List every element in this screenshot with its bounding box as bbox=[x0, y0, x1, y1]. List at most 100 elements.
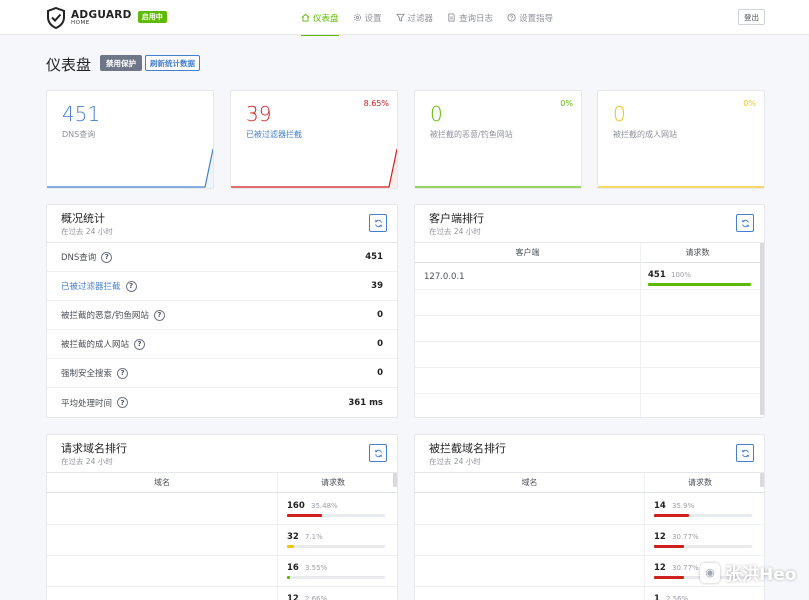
nav-filters-label: 过滤器 bbox=[407, 13, 434, 24]
nav-setup-guide-label: 设置指导 bbox=[519, 13, 554, 24]
request-percent: 2.56% bbox=[666, 595, 689, 600]
sparkline bbox=[415, 186, 581, 188]
refresh-icon bbox=[741, 219, 749, 227]
camera-icon: ◉ bbox=[700, 562, 720, 583]
panel-subtitle: 在过去 24 小时 bbox=[61, 457, 113, 466]
table-row bbox=[415, 316, 764, 342]
progress-fill bbox=[287, 514, 322, 517]
row-value: 0 bbox=[377, 310, 383, 320]
client-address: 127.0.0.1 bbox=[424, 272, 465, 282]
stat-percent: 8.65% bbox=[363, 99, 389, 108]
help-icon[interactable]: ? bbox=[153, 309, 165, 321]
progress-fill bbox=[287, 576, 291, 579]
progress-fill bbox=[654, 514, 690, 517]
shield-check-icon bbox=[47, 7, 65, 29]
progress-bar bbox=[654, 514, 752, 517]
table-row: 160 35.48% bbox=[47, 494, 397, 525]
request-count: 451 bbox=[648, 270, 666, 280]
help-circle-icon bbox=[507, 13, 516, 22]
panel-title: 请求域名排行 bbox=[61, 442, 127, 455]
table-row bbox=[415, 290, 764, 316]
nav-setup-guide[interactable]: 设置指导 bbox=[507, 0, 553, 35]
nav-dashboard[interactable]: 仪表盘 bbox=[301, 0, 339, 36]
scrollbar[interactable] bbox=[393, 473, 397, 487]
help-icon[interactable]: ? bbox=[134, 338, 146, 350]
request-percent: 7.1% bbox=[305, 533, 323, 541]
stat-card-blocked-filters: 39 已被过滤器拦截 8.65% bbox=[230, 90, 398, 189]
disable-protection-button[interactable]: 禁用保护 bbox=[100, 55, 142, 71]
help-icon[interactable]: ? bbox=[117, 367, 129, 379]
column-header-requests[interactable]: 请求数 bbox=[277, 473, 389, 492]
refresh-button[interactable] bbox=[736, 214, 754, 232]
table-row: 12 2.66% bbox=[47, 587, 397, 600]
refresh-button[interactable] bbox=[736, 444, 754, 462]
table-row bbox=[415, 342, 764, 368]
column-header-domain[interactable]: 域名 bbox=[415, 473, 644, 492]
row-label[interactable]: 已被过滤器拦截 bbox=[61, 280, 121, 292]
request-count: 160 bbox=[287, 501, 305, 511]
stat-value: 0 bbox=[613, 102, 626, 126]
column-header-client[interactable]: 客户端 bbox=[415, 243, 640, 262]
sparkline bbox=[47, 148, 213, 188]
stat-label: 已被过滤器拦截 bbox=[246, 130, 302, 139]
column-header-requests[interactable]: 请求数 bbox=[640, 243, 755, 262]
stat-percent: 0% bbox=[560, 99, 573, 108]
overview-stats-panel: 概况统计 在过去 24 小时 DNS查询? 451 已被过滤器拦截? 39 被拦… bbox=[46, 204, 398, 418]
nav-filters[interactable]: 过滤器 bbox=[395, 0, 434, 35]
overview-row-adult-sites: 被拦截的成人网站? 0 bbox=[47, 330, 397, 359]
progress-bar bbox=[287, 576, 385, 579]
refresh-icon bbox=[374, 219, 382, 227]
table-row: 12 30.77% bbox=[415, 525, 764, 556]
nav-settings[interactable]: 设置 bbox=[353, 0, 382, 35]
progress-bar bbox=[654, 545, 752, 548]
request-count: 12 bbox=[287, 594, 299, 600]
progress-bar bbox=[287, 514, 385, 517]
scrollbar[interactable] bbox=[760, 243, 764, 415]
logout-button[interactable]: 登出 bbox=[738, 9, 765, 25]
filter-icon bbox=[395, 13, 405, 22]
refresh-button[interactable] bbox=[369, 214, 387, 232]
watermark: ◉ 张洪Heo bbox=[700, 560, 796, 585]
page-title: 仪表盘 bbox=[46, 56, 92, 74]
overview-row-avg-time: 平均处理时间? 361 ms bbox=[47, 388, 397, 417]
row-label: 强制安全搜索 bbox=[61, 369, 113, 379]
progress-fill bbox=[654, 545, 685, 548]
column-header-requests[interactable]: 请求数 bbox=[644, 473, 756, 492]
help-icon[interactable]: ? bbox=[117, 397, 129, 408]
table-row: 1 2.56% bbox=[415, 587, 764, 600]
nav-query-log[interactable]: 查询日志 bbox=[447, 0, 493, 35]
refresh-stats-button[interactable]: 刷新统计数据 bbox=[145, 55, 200, 71]
panel-subtitle: 在过去 24 小时 bbox=[429, 457, 481, 466]
adguard-logo[interactable]: ADGUARD HOME 启用中 bbox=[46, 7, 167, 29]
request-percent: 30.77% bbox=[672, 533, 699, 541]
nav-settings-label: 设置 bbox=[364, 13, 382, 24]
scrollbar[interactable] bbox=[760, 473, 764, 487]
stat-card-dns-queries: 451 DNS查询 bbox=[46, 90, 214, 189]
row-value: 361 ms bbox=[348, 397, 383, 408]
progress-fill bbox=[648, 283, 751, 286]
column-header-domain[interactable]: 域名 bbox=[47, 473, 277, 492]
gear-icon bbox=[353, 13, 361, 22]
progress-fill bbox=[287, 545, 294, 548]
stat-value: 0 bbox=[430, 102, 443, 126]
row-label: 被拦截的成人网站 bbox=[61, 340, 130, 350]
table-row: 16 3.55% bbox=[47, 556, 397, 587]
logo-subtitle: HOME bbox=[71, 20, 90, 26]
document-icon bbox=[448, 13, 455, 22]
help-icon[interactable]: ? bbox=[125, 280, 137, 292]
top-clients-panel: 客户端排行 在过去 24 小时 客户端 请求数 127.0.0.1 451 10… bbox=[414, 204, 765, 418]
stat-value: 39 bbox=[246, 102, 272, 126]
home-icon bbox=[301, 13, 310, 22]
table-header: 域名 请求数 bbox=[415, 473, 764, 493]
table-row: 32 7.1% bbox=[47, 525, 397, 556]
progress-bar bbox=[287, 545, 385, 548]
stat-label: DNS查询 bbox=[62, 130, 96, 139]
nav-query-log-label: 查询日志 bbox=[459, 13, 494, 24]
refresh-button[interactable] bbox=[369, 444, 387, 462]
main-nav: 仪表盘 设置 过滤器 查询日志 设置指导 bbox=[301, 0, 567, 36]
request-percent: 35.48% bbox=[311, 502, 338, 510]
top-header: ADGUARD HOME 启用中 仪表盘 设置 过滤器 查询日志 设置指导 登出 bbox=[0, 0, 809, 36]
request-count: 16 bbox=[287, 563, 299, 573]
sparkline bbox=[598, 186, 764, 188]
help-icon[interactable]: ? bbox=[101, 251, 113, 263]
